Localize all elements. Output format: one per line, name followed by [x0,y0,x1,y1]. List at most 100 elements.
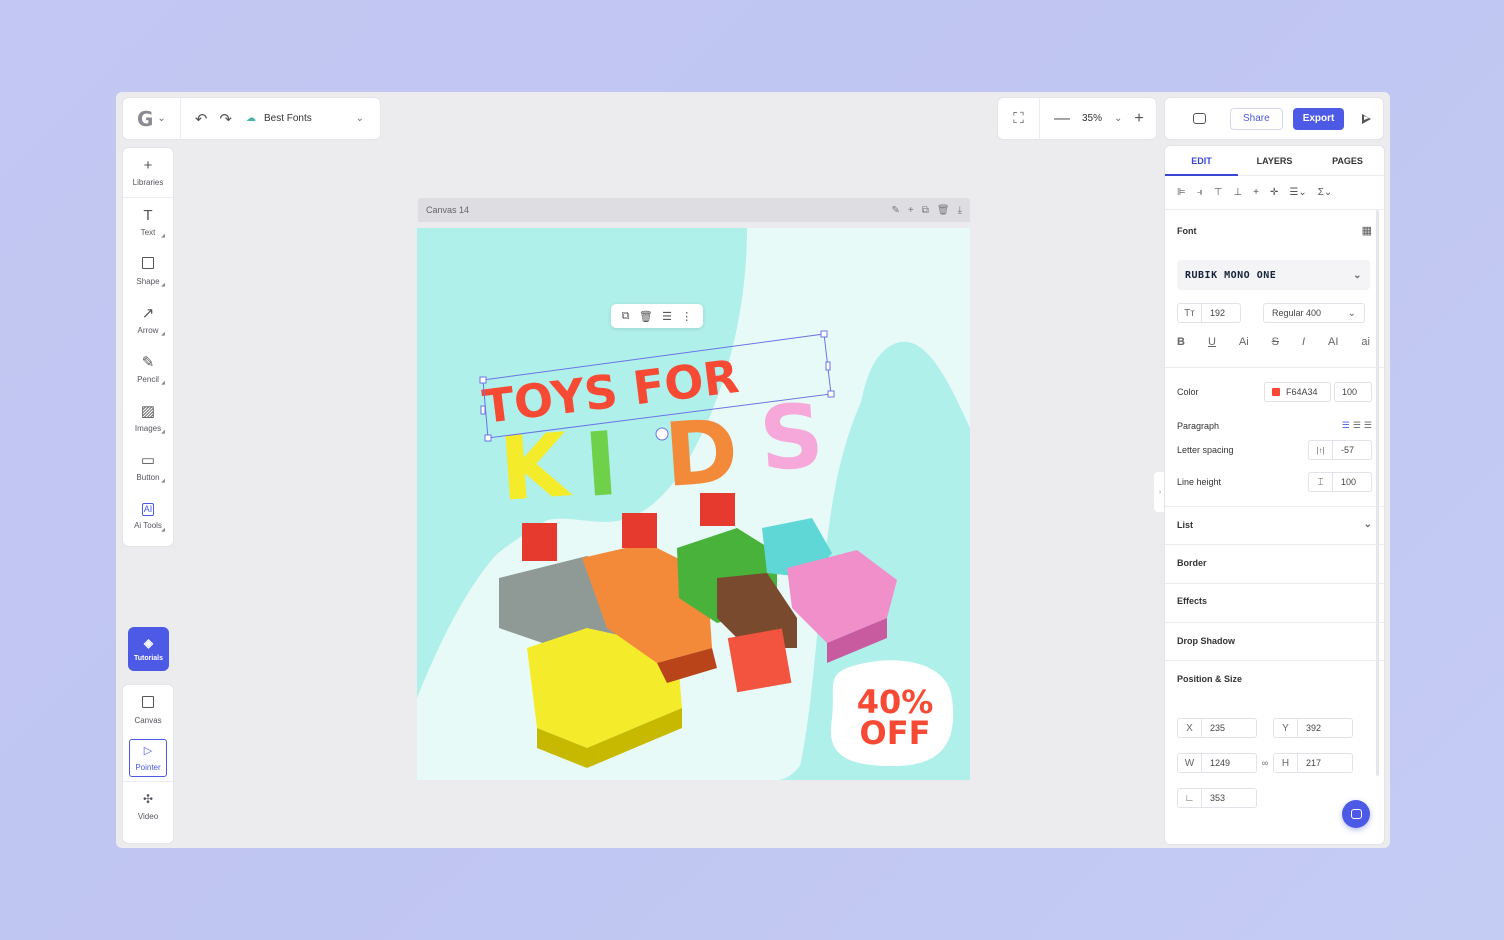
export-button[interactable]: Export [1292,107,1345,130]
section-drop-shadow[interactable]: Drop Shadow [1177,636,1372,646]
line-height-icon: ⌶ [1309,473,1333,491]
tool-libraries[interactable]: + Libraries [123,148,173,198]
font-size-input[interactable]: Tт 192 [1177,303,1241,323]
checker-icon[interactable]: ▦ [1362,224,1372,237]
video-icon: ✣ [142,792,154,806]
x-input[interactable]: X 235 [1177,718,1257,738]
more-icon[interactable]: ⋮ [681,310,692,323]
y-input[interactable]: Y 392 [1273,718,1353,738]
chevron-down-icon[interactable]: ⌄ [1114,113,1122,124]
edit-icon[interactable]: ✎ [892,205,900,216]
logo-icon: G [137,106,154,131]
section-border[interactable]: Border [1177,558,1372,568]
arrow-icon: ↗ [141,305,155,322]
color-swatch[interactable] [1272,388,1280,396]
align-text-center-icon[interactable]: ☰ [1353,420,1361,431]
underline-icon[interactable]: U [1208,336,1216,348]
rotate-handle-icon[interactable] [655,427,669,441]
tool-button[interactable]: ▭ Button ◢ [123,443,173,492]
tab-pages[interactable]: PAGES [1311,146,1384,175]
font-size-row: Tт 192 Regular 400 ⌄ [1177,303,1372,323]
right-top-toolbar: Share Export [1164,97,1384,140]
panel-scrollbar[interactable] [1376,210,1379,776]
zoom-out-icon[interactable]: — [1054,110,1070,128]
tool-arrow[interactable]: ↗ Arrow ◢ [123,296,173,345]
tool-shape[interactable]: Shape ◢ [123,247,173,296]
chevron-down-icon: ⌄ [1347,307,1356,319]
font-family-select[interactable]: RUBIK MONO ONE ⌄ [1177,260,1370,290]
fit-screen-icon[interactable]: ⛶ [998,98,1040,139]
align-bottom-icon[interactable]: ⊥ [1233,187,1242,198]
delete-icon[interactable]: 🗑 [639,310,653,323]
duplicate-icon[interactable]: ⧉ [622,310,630,323]
tool-images[interactable]: ▨ Images ◢ [123,394,173,443]
undo-redo-group: ↶ ↷ [181,110,246,128]
link-ratio-icon[interactable]: ∞ [1259,758,1271,768]
canvas-name[interactable]: Canvas 14 [426,205,469,215]
chevron-down-icon: ⌄ [1363,519,1372,530]
tab-edit[interactable]: EDIT [1165,146,1238,176]
section-effects[interactable]: Effects [1177,596,1372,606]
tool-pencil[interactable]: ✎ Pencil ◢ [123,345,173,394]
tool-canvas[interactable]: Canvas [123,685,173,735]
zoom-level[interactable]: 35% [1082,113,1102,124]
align-text-right-icon[interactable]: ☰ [1364,420,1372,431]
duplicate-icon[interactable]: ⧉ [922,205,929,216]
add-icon[interactable]: + [908,205,914,216]
letter-spacing-row: Letter spacing |↑| -57 [1177,440,1372,460]
redo-icon[interactable]: ↷ [219,110,232,128]
play-icon[interactable] [1362,113,1372,124]
document-selector[interactable]: ☁ Best Fonts ⌄ [246,113,380,124]
text-icon: T [143,207,153,224]
square-icon [142,257,154,272]
position-xy-row: X 235 Y 392 [1177,718,1372,738]
strikethrough-icon[interactable]: S [1272,336,1279,348]
line-height-input[interactable]: ⌶ 100 [1308,472,1372,492]
share-button[interactable]: Share [1230,107,1283,130]
align-left-icon[interactable]: ⊫ [1177,187,1186,198]
alignment-toolbar: ⊫ ⫣ ⊤ ⊥ + ✛ ☰⌄ Σ⌄ [1165,176,1384,210]
undo-icon[interactable]: ↶ [195,110,208,128]
lowercase-icon[interactable]: ai [1361,336,1370,348]
layers-icon: ◈ [143,636,154,650]
align-center-h-icon[interactable]: ✛ [1270,187,1278,198]
height-input[interactable]: H 217 [1273,753,1353,773]
align-right-icon[interactable]: ⫣ [1197,187,1203,198]
download-icon[interactable]: ⤓ [958,205,962,216]
letter-spacing-input[interactable]: |↑| -57 [1308,440,1372,460]
color-opacity-input[interactable]: 100 [1334,382,1372,402]
align-top-icon[interactable]: ⊤ [1214,187,1223,198]
document-name: Best Fonts [263,113,312,124]
uppercase-icon[interactable]: AI [1328,336,1338,348]
bold-icon[interactable]: B [1177,336,1185,348]
tool-video[interactable]: ✣ Video [123,781,173,831]
width-input[interactable]: W 1249 [1177,753,1257,773]
delete-icon[interactable]: 🗑 [937,205,950,216]
tool-pointer[interactable]: ▷ Pointer [129,739,167,777]
align-text-left-icon[interactable]: ☰ [1342,420,1350,431]
font-weight-select[interactable]: Regular 400 ⌄ [1263,303,1365,323]
color-hex-input[interactable]: F64A34 [1264,382,1331,402]
comment-icon[interactable] [1193,113,1206,124]
section-list[interactable]: List ⌄ [1177,519,1372,530]
rotation-row: ∟ 353 [1177,788,1372,808]
sum-icon[interactable]: Σ⌄ [1318,187,1333,198]
chat-support-button[interactable] [1342,800,1370,828]
rotation-input[interactable]: ∟ 353 [1177,788,1257,808]
ai-case-icon[interactable]: Ai [1239,336,1249,348]
top-left-toolbar: G ⌄ ↶ ↷ ☁ Best Fonts ⌄ [122,97,381,140]
italic-icon[interactable]: I [1302,336,1305,348]
align-icon[interactable]: ☰ [662,310,672,323]
color-row: Color F64A34 100 [1177,382,1372,402]
tool-ai-tools[interactable]: AI Ai Tools ◢ [123,492,173,541]
tutorials-button[interactable]: ◈ Tutorials [128,627,169,671]
align-center-v-icon[interactable]: + [1253,187,1259,198]
font-size-icon: Tт [1178,304,1202,322]
distribute-icon[interactable]: ☰⌄ [1289,187,1306,198]
chat-icon [1350,809,1362,819]
zoom-in-icon[interactable]: + [1134,110,1143,128]
pencil-icon: ✎ [141,354,155,371]
logo-menu[interactable]: G ⌄ [123,98,181,139]
tab-layers[interactable]: LAYERS [1238,146,1311,175]
tool-text[interactable]: T Text ◢ [123,198,173,247]
